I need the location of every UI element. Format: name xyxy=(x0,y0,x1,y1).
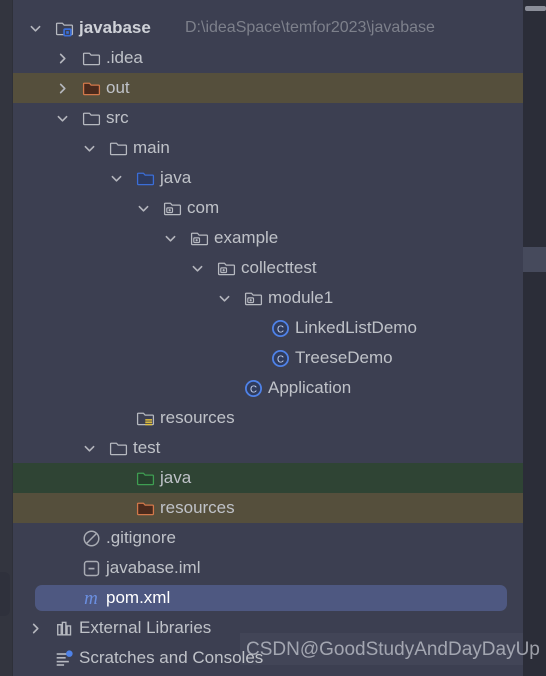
tree-row-java[interactable]: java xyxy=(13,163,523,193)
tree-row-label: collecttest xyxy=(241,258,317,277)
tree-row-label: pom.xml xyxy=(106,588,171,607)
tree-row-javabase[interactable]: javabase D:\ideaSpace\temfor2023\javabase xyxy=(13,13,523,43)
folder-sources-icon xyxy=(135,163,155,193)
watermark-text: CSDN@GoodStudyAndDayDayUp xyxy=(246,639,540,660)
svg-text:C: C xyxy=(276,324,283,335)
project-tool-window: javabase D:\ideaSpace\temfor2023\javabase… xyxy=(0,0,546,676)
tree-row-pom-xml[interactable]: m pom.xml xyxy=(13,583,523,613)
chevron-down-icon[interactable] xyxy=(161,223,179,253)
tree-row-label: .idea xyxy=(106,48,143,67)
tree-row-idea[interactable]: .idea xyxy=(13,43,523,73)
java-class-icon: C xyxy=(270,343,290,373)
folder-icon xyxy=(81,103,101,133)
tree-row-collecttest[interactable]: collecttest xyxy=(13,253,523,283)
editor-area-strip xyxy=(523,0,546,676)
chevron-down-icon[interactable] xyxy=(26,13,44,43)
tree-row-example[interactable]: example xyxy=(13,223,523,253)
tree-row-out[interactable]: out xyxy=(13,73,523,103)
tree-row-label: External Libraries xyxy=(79,618,212,637)
tree-row-main[interactable]: main xyxy=(13,133,523,163)
tree-row-label: javabase xyxy=(79,18,151,37)
tree-row-javabase-iml[interactable]: javabase.iml xyxy=(13,553,523,583)
folder-icon xyxy=(81,43,101,73)
chevron-down-icon[interactable] xyxy=(107,163,125,193)
tree-row-label: resources xyxy=(160,498,235,517)
java-class-icon: C xyxy=(243,373,263,403)
tree-row-label: java xyxy=(160,168,192,187)
chevron-down-icon[interactable] xyxy=(134,193,152,223)
svg-text:C: C xyxy=(276,354,283,365)
iml-file-icon xyxy=(81,553,101,583)
chevron-right-icon[interactable] xyxy=(53,43,71,73)
svg-text:C: C xyxy=(249,384,256,395)
folder-test-sources-icon xyxy=(135,463,155,493)
tree-row-label: out xyxy=(106,78,130,97)
tree-row-label: .gitignore xyxy=(106,528,176,547)
tree-row-linkedlistdemo[interactable]: C LinkedListDemo xyxy=(13,313,523,343)
libraries-icon xyxy=(54,613,74,643)
tree-row-application[interactable]: C Application xyxy=(13,373,523,403)
tree-row-label: module1 xyxy=(268,288,334,307)
maven-file-icon: m xyxy=(84,587,98,609)
tree-row-java[interactable]: java xyxy=(13,463,523,493)
chevron-right-icon[interactable] xyxy=(53,73,71,103)
tree-row-gitignore[interactable]: .gitignore xyxy=(13,523,523,553)
chevron-down-icon[interactable] xyxy=(188,253,206,283)
folder-resources-icon xyxy=(135,403,155,433)
tree-row-module1[interactable]: module1 xyxy=(13,283,523,313)
chevron-down-icon[interactable] xyxy=(80,133,98,163)
project-folder-icon xyxy=(54,13,74,43)
tree-row-label: java xyxy=(160,468,192,487)
folder-icon xyxy=(108,133,128,163)
scratches-icon xyxy=(54,643,74,673)
tree-row-resources[interactable]: resources xyxy=(13,403,523,433)
editor-tab-block xyxy=(523,247,546,272)
tree-row-label: test xyxy=(133,438,161,457)
folder-excluded-icon xyxy=(81,73,101,103)
project-path-label: D:\ideaSpace\temfor2023\javabase xyxy=(185,19,435,36)
chevron-right-icon[interactable] xyxy=(26,613,44,643)
package-icon xyxy=(216,253,236,283)
package-icon xyxy=(162,193,182,223)
tree-row-resources[interactable]: resources xyxy=(13,493,523,523)
tree-row-com[interactable]: com xyxy=(13,193,523,223)
editor-scrollbar[interactable] xyxy=(525,6,546,11)
tree-row-label: TreeseDemo xyxy=(295,348,393,367)
project-tree[interactable]: javabase D:\ideaSpace\temfor2023\javabase… xyxy=(13,0,523,676)
tree-row-label: resources xyxy=(160,408,235,427)
tree-row-label: Scratches and Consoles xyxy=(79,648,264,667)
tree-row-test[interactable]: test xyxy=(13,433,523,463)
tree-row-label: Application xyxy=(268,378,352,397)
tree-row-label: LinkedListDemo xyxy=(295,318,417,337)
folder-icon xyxy=(108,433,128,463)
chevron-down-icon[interactable] xyxy=(80,433,98,463)
package-icon xyxy=(243,283,263,313)
package-icon xyxy=(189,223,209,253)
tree-row-src[interactable]: src xyxy=(13,103,523,133)
gitignore-icon xyxy=(81,523,101,553)
tool-window-stripe-button[interactable] xyxy=(0,572,10,616)
tree-row-label: example xyxy=(214,228,279,247)
tree-row-label: com xyxy=(187,198,220,217)
tree-row-label: javabase.iml xyxy=(106,558,201,577)
chevron-down-icon[interactable] xyxy=(215,283,233,313)
tree-row-label: src xyxy=(106,108,129,127)
chevron-down-icon[interactable] xyxy=(53,103,71,133)
folder-test-resources-icon xyxy=(135,493,155,523)
tree-row-treesedemo[interactable]: C TreeseDemo xyxy=(13,343,523,373)
java-class-icon: C xyxy=(270,313,290,343)
tree-row-label: main xyxy=(133,138,170,157)
